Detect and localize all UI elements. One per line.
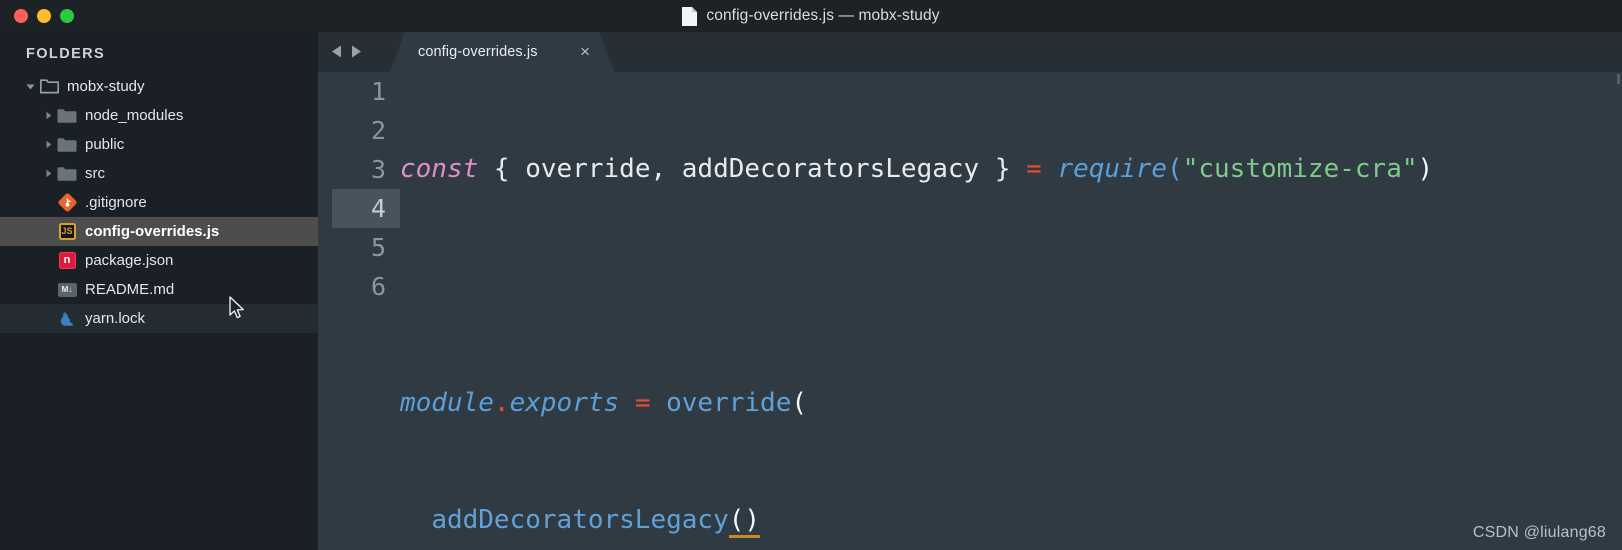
window-title: config-overrides.js — mobx-study bbox=[706, 7, 940, 24]
tree-item-label: package.json bbox=[85, 252, 174, 269]
mouse-cursor bbox=[229, 296, 247, 321]
tab-label: config-overrides.js bbox=[418, 44, 538, 60]
tree-item-mobx-study[interactable]: mobx-study bbox=[0, 72, 318, 101]
token-module: module bbox=[400, 388, 494, 418]
tree-item-label: src bbox=[85, 165, 105, 182]
token-string: "customize-cra" bbox=[1182, 154, 1418, 184]
tab-config-overrides-js[interactable]: config-overrides.js × bbox=[390, 32, 614, 72]
window-controls bbox=[14, 9, 74, 23]
token-dot: . bbox=[493, 388, 510, 418]
line-number: 2 bbox=[370, 116, 386, 145]
git-icon bbox=[56, 193, 78, 212]
token-paren-matched: () bbox=[728, 505, 761, 538]
yarn-icon bbox=[56, 310, 78, 328]
markdown-icon: M↓ bbox=[56, 282, 78, 297]
tree-item-public[interactable]: public bbox=[0, 130, 318, 159]
tree-item-readme-md[interactable]: M↓ README.md bbox=[0, 275, 318, 304]
tree-item-node-modules[interactable]: node_modules bbox=[0, 101, 318, 130]
editor-pane: config-overrides.js × 1 2 3 4 5 6 const … bbox=[318, 32, 1622, 550]
watermark: CSDN @liulang68 bbox=[1472, 524, 1606, 541]
code-line-1: const { override, addDecoratorsLegacy } … bbox=[400, 150, 1622, 189]
scroll-indicator[interactable] bbox=[1617, 74, 1620, 84]
code-content[interactable]: const { override, addDecoratorsLegacy } … bbox=[400, 72, 1622, 550]
chevron-right-icon[interactable] bbox=[40, 168, 56, 179]
line-number: 3 bbox=[370, 155, 386, 184]
sublime-text-window: config-overrides.js — mobx-study FOLDERS… bbox=[0, 0, 1622, 550]
folder-icon bbox=[56, 108, 78, 124]
token-operator: = bbox=[1026, 154, 1042, 184]
chevron-right-icon[interactable] bbox=[40, 139, 56, 150]
line-number: 1 bbox=[370, 77, 386, 106]
token-text: { override, addDecoratorsLegacy } bbox=[478, 154, 1027, 184]
code-editor[interactable]: 1 2 3 4 5 6 const { override, addDecorat… bbox=[318, 72, 1622, 550]
folder-open-icon bbox=[38, 79, 60, 94]
chevron-right-icon[interactable] bbox=[40, 110, 56, 121]
folder-icon bbox=[56, 166, 78, 182]
line-number: 5 bbox=[370, 233, 386, 262]
chevron-down-icon[interactable] bbox=[22, 81, 38, 92]
tree-item-package-json[interactable]: n package.json bbox=[0, 246, 318, 275]
document-icon bbox=[682, 6, 698, 26]
tree-item-gitignore[interactable]: .gitignore bbox=[0, 188, 318, 217]
token-function-adddecoratorslegacy: addDecoratorsLegacy bbox=[431, 505, 729, 535]
window-title-group: config-overrides.js — mobx-study bbox=[0, 0, 1622, 32]
folders-header: FOLDERS bbox=[26, 46, 106, 62]
file-tree: mobx-study node_modules public src .giti… bbox=[0, 70, 318, 333]
line-number-gutter: 1 2 3 4 5 6 bbox=[318, 72, 400, 550]
tree-item-label: mobx-study bbox=[67, 78, 145, 95]
tab-nav-arrows bbox=[329, 43, 364, 60]
tree-item-label: .gitignore bbox=[85, 194, 147, 211]
title-bar: config-overrides.js — mobx-study bbox=[0, 0, 1622, 32]
tree-item-label: README.md bbox=[85, 281, 175, 298]
token-keyword-const: const bbox=[400, 154, 479, 184]
minimize-button[interactable] bbox=[37, 9, 51, 23]
js-badge: JS bbox=[58, 223, 76, 240]
tree-item-label: node_modules bbox=[85, 107, 184, 124]
token-require: require bbox=[1057, 154, 1168, 184]
token-function-override: override bbox=[666, 388, 792, 418]
sidebar: FOLDERS mobx-study node_modules public s… bbox=[0, 32, 318, 550]
token-paren: ) bbox=[1417, 154, 1434, 184]
maximize-button[interactable] bbox=[60, 9, 74, 23]
code-line-3: module.exports = override( bbox=[400, 384, 1622, 423]
tree-item-label: yarn.lock bbox=[85, 310, 146, 327]
token-operator: = bbox=[634, 388, 651, 418]
tree-item-label: config-overrides.js bbox=[85, 223, 220, 240]
folder-icon bbox=[56, 137, 78, 153]
code-line-4: addDecoratorsLegacy() bbox=[400, 501, 1622, 540]
nav-back-arrow[interactable] bbox=[329, 43, 344, 60]
tree-item-yarn-lock[interactable]: yarn.lock bbox=[0, 304, 318, 333]
line-number: 6 bbox=[370, 272, 386, 301]
token-paren: ( bbox=[791, 388, 808, 418]
line-number: 4 bbox=[370, 194, 386, 223]
npm-icon: n bbox=[56, 252, 78, 269]
close-icon[interactable]: × bbox=[580, 42, 590, 62]
markdown-badge: M↓ bbox=[57, 282, 77, 297]
close-button[interactable] bbox=[14, 9, 28, 23]
tree-item-src[interactable]: src bbox=[0, 159, 318, 188]
token-exports: exports bbox=[509, 388, 620, 418]
token-paren: ( bbox=[1167, 154, 1183, 184]
tree-item-config-overrides-js[interactable]: JS config-overrides.js bbox=[0, 217, 318, 246]
nav-forward-arrow[interactable] bbox=[349, 43, 364, 60]
tree-item-label: public bbox=[85, 136, 125, 153]
npm-badge: n bbox=[58, 252, 76, 269]
js-file-icon: JS bbox=[56, 223, 78, 240]
tab-bar: config-overrides.js × bbox=[318, 32, 1622, 72]
